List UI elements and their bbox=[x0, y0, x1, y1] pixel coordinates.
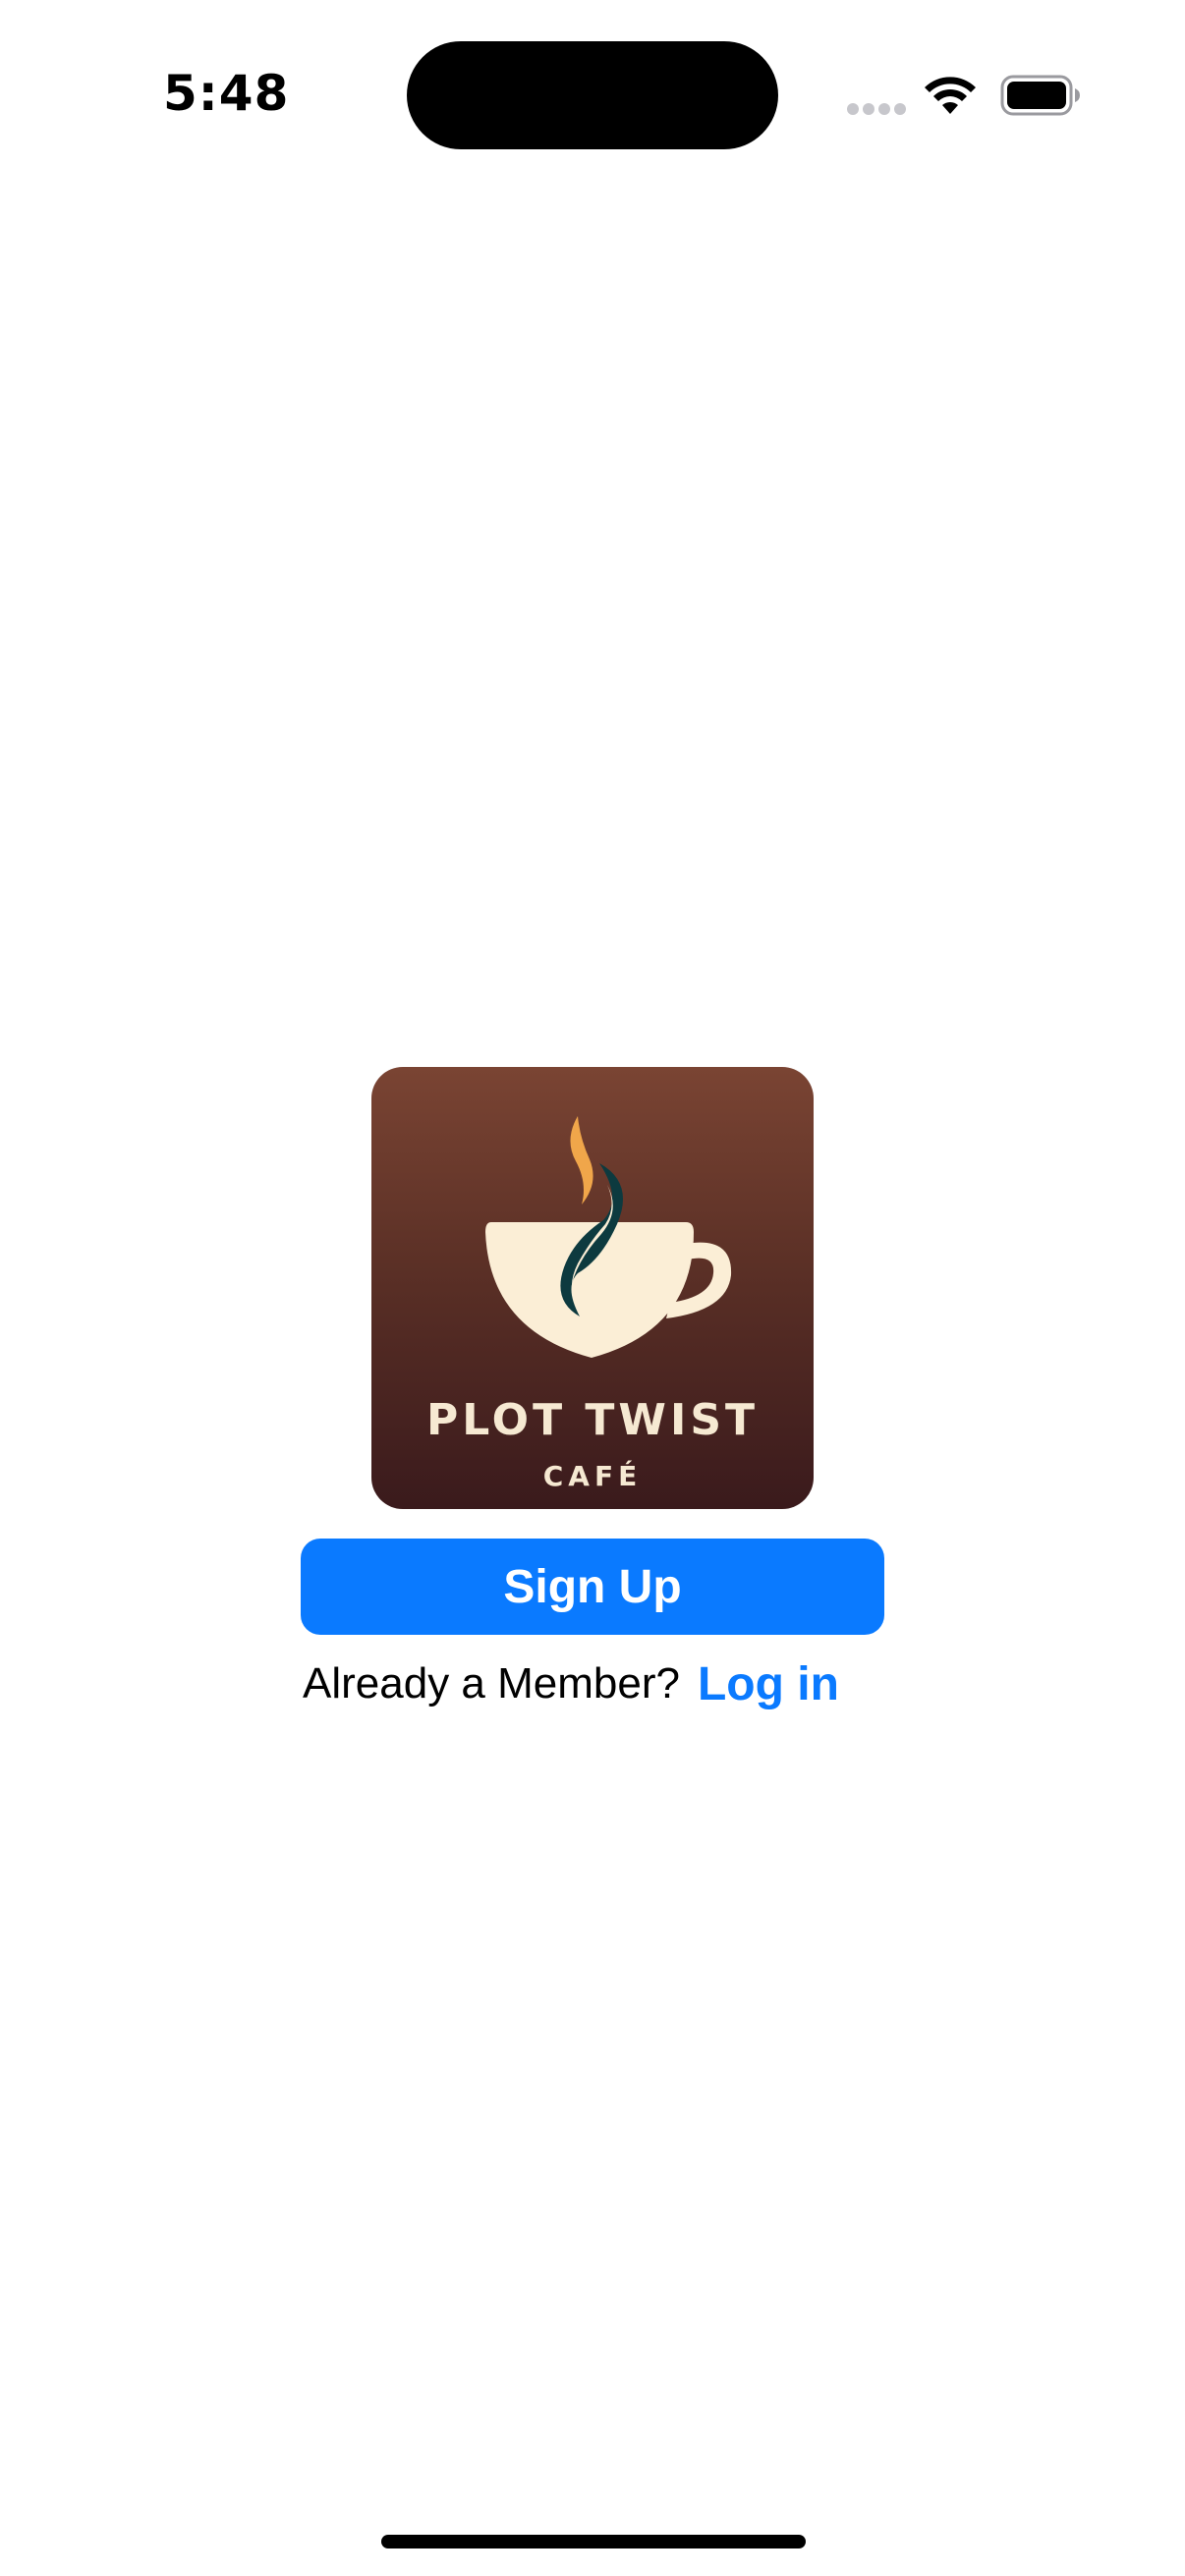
battery-icon bbox=[1000, 75, 1080, 116]
dynamic-island bbox=[407, 41, 778, 149]
login-row: Already a Member? Log in bbox=[303, 1652, 839, 1715]
app-logo: PLOT TWIST CAFÉ bbox=[371, 1067, 814, 1509]
status-time: 5:48 bbox=[163, 65, 290, 122]
cellular-signal-icon bbox=[847, 102, 910, 116]
login-prompt: Already a Member? bbox=[303, 1659, 680, 1708]
sign-up-button[interactable]: Sign Up bbox=[301, 1539, 884, 1635]
log-in-link[interactable]: Log in bbox=[698, 1657, 839, 1711]
status-bar: 5:48 bbox=[0, 0, 1185, 196]
wifi-icon bbox=[925, 77, 976, 114]
home-indicator[interactable] bbox=[381, 2535, 806, 2548]
logo-subtitle: CAFÉ bbox=[542, 1460, 643, 1492]
logo-title: PLOT TWIST bbox=[425, 1395, 760, 1445]
